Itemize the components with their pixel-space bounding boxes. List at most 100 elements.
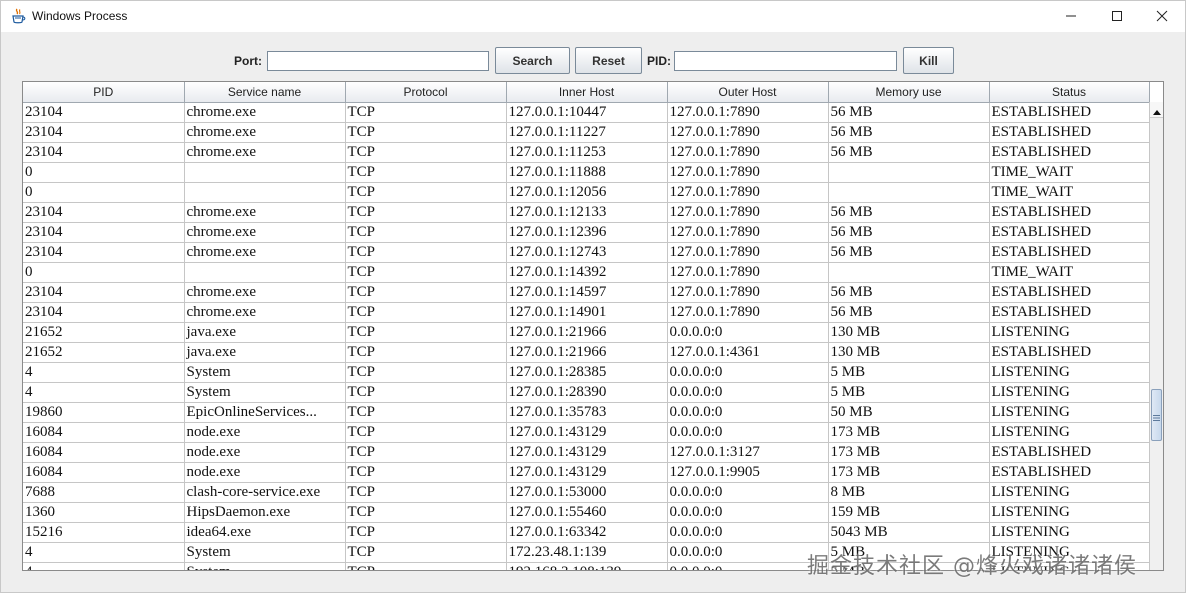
cell-memory-use: 5 MB (828, 362, 990, 383)
cell-inner-host: 127.0.0.1:11253 (506, 142, 668, 163)
java-coffee-cup-icon (11, 8, 26, 24)
cell-status: ESTABLISHED (989, 462, 1150, 483)
cell-protocol: TCP (345, 422, 507, 443)
close-icon (1156, 7, 1168, 26)
table-row[interactable]: 7688 clash-core-service.exe TCP 127.0.0.1:5… (23, 482, 1150, 503)
table-row[interactable]: 0 TCP 127.0.0.1:12056 127.0.0.1:7890 TIME_WA… (23, 182, 1150, 203)
cell-protocol: TCP (345, 542, 507, 563)
search-button[interactable]: Search (495, 47, 570, 74)
table-row[interactable]: 4 System TCP 127.0.0.1:28390 0.0.0.0:0 5 MB LI… (23, 382, 1150, 403)
close-button[interactable] (1139, 1, 1185, 32)
cell-memory-use: 56 MB (828, 202, 990, 223)
table-row[interactable]: 23104 chrome.exe TCP 127.0.0.1:12743 127.0.0… (23, 242, 1150, 263)
table-row[interactable]: 0 TCP 127.0.0.1:14392 127.0.0.1:7890 TIME_WA… (23, 262, 1150, 283)
cell-protocol: TCP (345, 462, 507, 483)
scroll-up-arrow-icon (1152, 100, 1161, 119)
cell-pid: 23104 (23, 282, 185, 303)
reset-button[interactable]: Reset (575, 47, 642, 74)
port-input[interactable] (267, 51, 489, 71)
table-row[interactable]: 15216 idea64.exe TCP 127.0.0.1:63342 0.0.0.0… (23, 522, 1150, 543)
cell-outer-host: 127.0.0.1:7890 (667, 202, 829, 223)
cell-pid: 4 (23, 562, 185, 570)
cell-outer-host: 127.0.0.1:7890 (667, 102, 829, 123)
cell-service-name: chrome.exe (184, 302, 346, 323)
vertical-scrollbar[interactable] (1149, 102, 1163, 570)
cell-pid: 23104 (23, 122, 185, 143)
scroll-up-button[interactable] (1150, 102, 1163, 118)
cell-status: TIME_WAIT (989, 262, 1150, 283)
cell-service-name: chrome.exe (184, 142, 346, 163)
cell-outer-host: 127.0.0.1:4361 (667, 342, 829, 363)
table-row[interactable]: 4 System TCP 127.0.0.1:28385 0.0.0.0:0 5 MB LI… (23, 362, 1150, 383)
column-header-pid[interactable]: PID (23, 82, 185, 103)
table-row[interactable]: 16084 node.exe TCP 127.0.0.1:43129 127.0.0.1… (23, 462, 1150, 483)
cell-protocol: TCP (345, 242, 507, 263)
table-row[interactable]: 23104 chrome.exe TCP 127.0.0.1:12133 127.0.0… (23, 202, 1150, 223)
table-row[interactable]: 16084 node.exe TCP 127.0.0.1:43129 127.0.0.1… (23, 442, 1150, 463)
cell-inner-host: 127.0.0.1:43129 (506, 442, 668, 463)
cell-pid: 7688 (23, 482, 185, 503)
cell-memory-use: 130 MB (828, 342, 990, 363)
pid-input[interactable] (674, 51, 897, 71)
cell-status: TIME_WAIT (989, 162, 1150, 183)
cell-memory-use: 56 MB (828, 142, 990, 163)
cell-memory-use: 159 MB (828, 502, 990, 523)
cell-pid: 1360 (23, 502, 185, 523)
table-row[interactable]: 1360 HipsDaemon.exe TCP 127.0.0.1:55460 0.0.… (23, 502, 1150, 523)
cell-pid: 16084 (23, 442, 185, 463)
cell-protocol: TCP (345, 222, 507, 243)
cell-pid: 16084 (23, 422, 185, 443)
column-header-service-name[interactable]: Service name (184, 82, 346, 103)
title-bar[interactable]: Windows Process (1, 1, 1185, 32)
cell-service-name: node.exe (184, 442, 346, 463)
cell-protocol: TCP (345, 562, 507, 570)
column-header-memory-use[interactable]: Memory use (828, 82, 990, 103)
cell-pid: 0 (23, 162, 185, 183)
cell-outer-host: 0.0.0.0:0 (667, 562, 829, 570)
cell-outer-host: 127.0.0.1:7890 (667, 242, 829, 263)
table-row[interactable]: 19860 EpicOnlineServices... TCP 127.0.0.1:3… (23, 402, 1150, 423)
table-row[interactable]: 21652 java.exe TCP 127.0.0.1:21966 0.0.0.0:0… (23, 322, 1150, 343)
cell-service-name: chrome.exe (184, 242, 346, 263)
scrollbar-thumb[interactable] (1151, 389, 1162, 441)
maximize-button[interactable] (1094, 1, 1140, 32)
cell-service-name: System (184, 562, 346, 570)
cell-service-name: chrome.exe (184, 202, 346, 223)
watermark: 掘金技术社区 @烽火戏诸诸诸侯 (807, 554, 1137, 579)
kill-button[interactable]: Kill (903, 47, 954, 74)
cell-memory-use: 56 MB (828, 242, 990, 263)
cell-service-name: java.exe (184, 322, 346, 343)
table-row[interactable]: 23104 chrome.exe TCP 127.0.0.1:12396 127.0.0… (23, 222, 1150, 243)
table-row[interactable]: 21652 java.exe TCP 127.0.0.1:21966 127.0.0.1… (23, 342, 1150, 363)
table-row[interactable]: 23104 chrome.exe TCP 127.0.0.1:11227 127.0.0… (23, 122, 1150, 143)
column-header-protocol[interactable]: Protocol (345, 82, 507, 103)
table-row[interactable]: 23104 chrome.exe TCP 127.0.0.1:10447 127.0.0… (23, 102, 1150, 123)
column-header-status[interactable]: Status (989, 82, 1150, 103)
cell-inner-host: 127.0.0.1:12056 (506, 182, 668, 203)
cell-memory-use: 50 MB (828, 402, 990, 423)
minimize-icon (1065, 7, 1077, 26)
cell-memory-use: 173 MB (828, 422, 990, 443)
table-row[interactable]: 23104 chrome.exe TCP 127.0.0.1:14901 127.0.0… (23, 302, 1150, 323)
cell-inner-host: 127.0.0.1:21966 (506, 322, 668, 343)
cell-status: ESTABLISHED (989, 102, 1150, 123)
table-row[interactable]: 0 TCP 127.0.0.1:11888 127.0.0.1:7890 TIME_WA… (23, 162, 1150, 183)
cell-inner-host: 192.168.3.108:139 (506, 562, 668, 570)
column-header-inner-host[interactable]: Inner Host (506, 82, 668, 103)
cell-outer-host: 0.0.0.0:0 (667, 482, 829, 503)
cell-protocol: TCP (345, 302, 507, 323)
cell-protocol: TCP (345, 262, 507, 283)
table-row[interactable]: 23104 chrome.exe TCP 127.0.0.1:11253 127.0.0… (23, 142, 1150, 163)
table-row[interactable]: 23104 chrome.exe TCP 127.0.0.1:14597 127.0.0… (23, 282, 1150, 303)
cell-outer-host: 0.0.0.0:0 (667, 322, 829, 343)
minimize-button[interactable] (1048, 1, 1094, 32)
cell-status: ESTABLISHED (989, 122, 1150, 143)
cell-memory-use: 5043 MB (828, 522, 990, 543)
cell-pid: 23104 (23, 222, 185, 243)
scroll-grip-icon (1153, 406, 1160, 425)
table-row[interactable]: 16084 node.exe TCP 127.0.0.1:43129 0.0.0.0:0… (23, 422, 1150, 443)
cell-protocol: TCP (345, 202, 507, 223)
cell-pid: 23104 (23, 302, 185, 323)
cell-inner-host: 127.0.0.1:14901 (506, 302, 668, 323)
column-header-outer-host[interactable]: Outer Host (667, 82, 829, 103)
